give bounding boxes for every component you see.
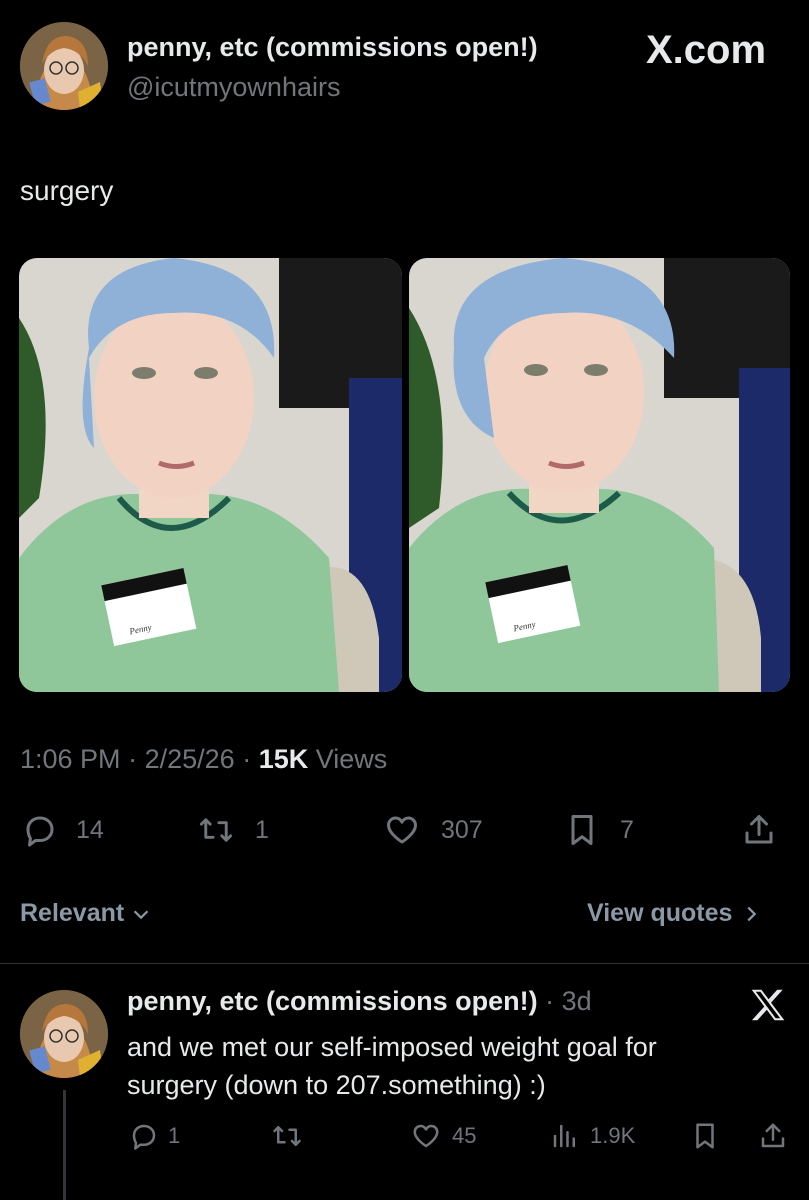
tweet-time[interactable]: 1:06 PM (20, 744, 121, 774)
chevron-right-icon (747, 906, 757, 921)
author-display-name[interactable]: penny, etc (commissions open!) (127, 32, 538, 63)
views-icon (553, 1124, 575, 1148)
reply-age[interactable]: 3d (562, 986, 592, 1016)
reply-text-line1: and we met our self-imposed weight goal … (127, 1032, 657, 1062)
bookmark-icon (696, 1123, 714, 1149)
chevron-down-icon (133, 909, 149, 919)
x-logo-small (748, 986, 788, 1029)
sort-dropdown[interactable]: Relevant (20, 899, 152, 928)
reply-views-button[interactable]: 1.9K (550, 1121, 635, 1151)
bookmark-button[interactable]: 7 (564, 812, 634, 848)
bookmark-count: 7 (620, 815, 634, 844)
reply-icon (26, 816, 54, 847)
sort-label: Relevant (20, 899, 125, 927)
heart-icon (413, 1124, 439, 1148)
tweet-photo-right[interactable]: Hello Penny (409, 258, 790, 692)
reply-icon (132, 1124, 156, 1150)
reply-views-count: 1.9K (590, 1123, 636, 1148)
repost-count: 1 (255, 815, 269, 844)
reply-text: and we met our self-imposed weight goal … (127, 1028, 657, 1104)
share-icon (761, 1123, 785, 1148)
view-quotes-link[interactable]: View quotes (587, 899, 762, 928)
views-label: Views (315, 744, 388, 774)
x-logo-icon (751, 989, 785, 1021)
like-button[interactable]: 307 (383, 812, 483, 848)
reply-bookmark-button[interactable] (690, 1121, 720, 1151)
share-button[interactable] (740, 812, 778, 848)
reply-text-line2: surgery (down to 207.something) :) (127, 1070, 546, 1100)
surgery-selfie-photo-icon: Hello Penny (19, 258, 402, 692)
like-count: 307 (441, 815, 483, 844)
author-avatar[interactable] (20, 22, 108, 110)
divider (0, 963, 809, 964)
repost-icon (273, 1126, 301, 1146)
reply-author-avatar[interactable] (20, 990, 108, 1078)
heart-icon (387, 816, 417, 844)
reply-repost-button[interactable] (270, 1121, 304, 1151)
tweet-text: surgery (20, 175, 114, 206)
reply-header: penny, etc (commissions open!) · 3d (127, 986, 592, 1016)
repost-icon (199, 818, 233, 842)
views-count: 15K (258, 744, 309, 774)
brand-label: X.com (646, 28, 767, 72)
thread-line (63, 1090, 66, 1200)
surgery-selfie-photo-icon: Hello Penny (409, 258, 790, 692)
avatar-portrait-icon (20, 22, 108, 110)
reply-count: 14 (76, 815, 104, 844)
view-quotes-label: View quotes (587, 899, 733, 927)
tweet-date[interactable]: 2/25/26 (145, 744, 235, 774)
avatar-portrait-icon (20, 990, 108, 1078)
reply-display-name[interactable]: penny, etc (commissions open!) (127, 986, 538, 1016)
tweet-photo-left[interactable]: Hello Penny (19, 258, 402, 692)
x-logo-brand: X.com (646, 28, 766, 73)
tweet-meta: 1:06 PM · 2/25/26 · 15K Views (20, 744, 388, 774)
bookmark-icon (571, 815, 593, 845)
reply-reply-button[interactable]: 1 (128, 1121, 180, 1151)
reply-reply-count: 1 (168, 1123, 181, 1148)
share-icon (745, 815, 773, 844)
repost-button[interactable]: 1 (197, 812, 269, 848)
author-handle[interactable]: @icutmyownhairs (127, 72, 340, 103)
reply-button[interactable]: 14 (22, 812, 104, 848)
reply-like-button[interactable]: 45 (410, 1121, 476, 1151)
reply-like-count: 45 (452, 1123, 477, 1148)
reply-share-button[interactable] (758, 1121, 788, 1151)
